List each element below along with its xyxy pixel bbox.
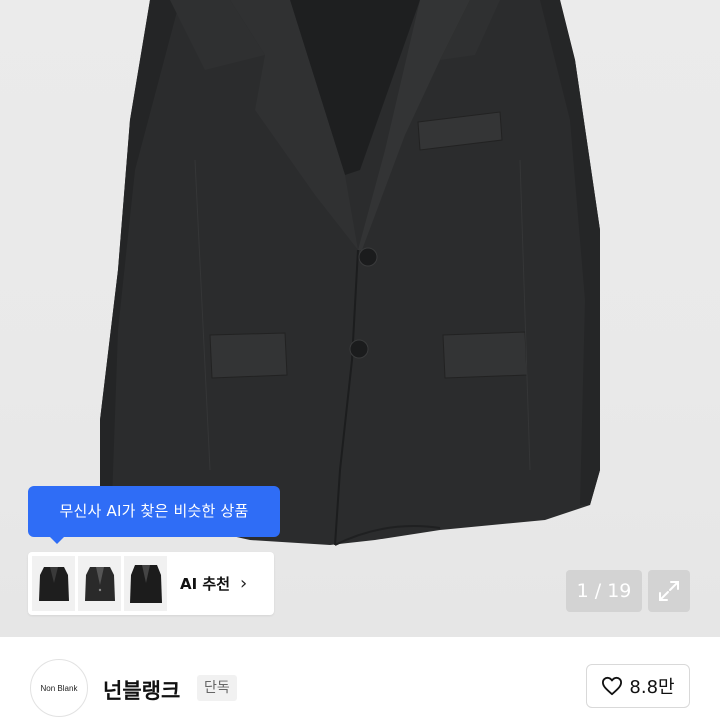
product-image	[100, 0, 600, 546]
chevron-right-icon[interactable]: ›	[240, 574, 247, 593]
ai-recommend-tooltip[interactable]: 무신사 AI가 찾은 비슷한 상품	[28, 486, 280, 544]
jacket-thumb-icon	[84, 566, 115, 601]
brand-name[interactable]: 넌블랭크	[103, 675, 180, 705]
brand-logo[interactable]: Non Blank	[30, 659, 88, 717]
product-image-area[interactable]: 무신사 AI가 찾은 비슷한 상품 AI 추천 › 1 / 19	[0, 0, 720, 637]
ai-recommend-label[interactable]: AI 추천	[180, 573, 230, 594]
expand-button[interactable]	[648, 570, 690, 612]
brand-bar: Non Blank 넌블랭크 단독 8.8만	[0, 637, 720, 720]
ai-thumbnail-2[interactable]	[78, 556, 121, 611]
image-counter: 1 / 19	[566, 570, 642, 612]
like-button[interactable]: 8.8만	[586, 664, 690, 708]
heart-icon	[602, 676, 623, 696]
jacket-thumb-icon	[38, 566, 69, 601]
expand-icon	[659, 581, 679, 601]
ai-thumbnail-1[interactable]	[32, 556, 75, 611]
ai-recommend-strip[interactable]: AI 추천 ›	[28, 552, 274, 615]
jacket-thumb-icon	[129, 564, 162, 603]
ai-thumbnail-3[interactable]	[124, 556, 167, 611]
like-count: 8.8만	[629, 677, 675, 698]
brand-exclusive-badge: 단독	[197, 675, 237, 701]
brand-logo-text: Non Blank	[40, 683, 78, 693]
